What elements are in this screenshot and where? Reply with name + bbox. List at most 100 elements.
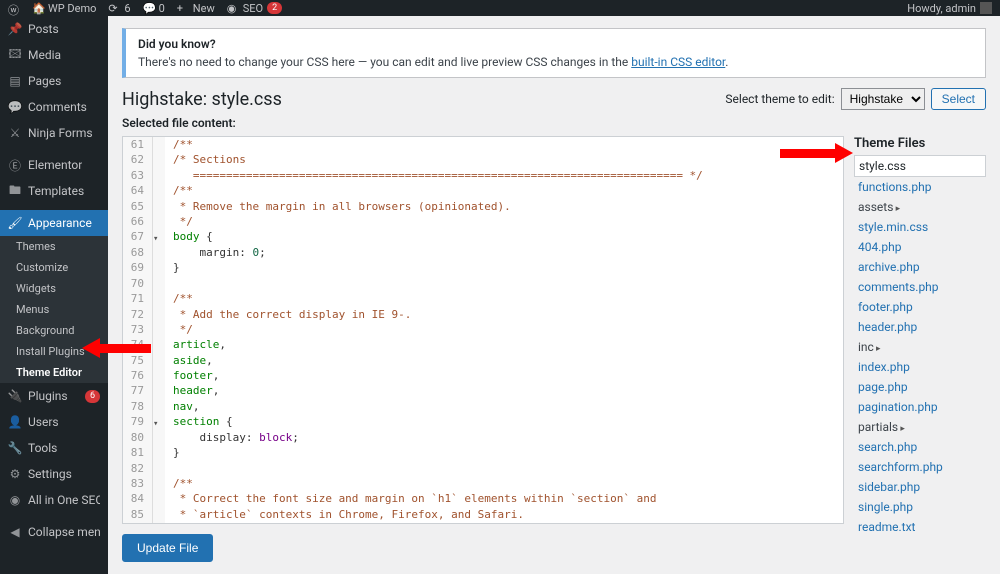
file-item-archive-php[interactable]: archive.php [854,257,986,277]
theme-files-heading: Theme Files [854,136,986,151]
code-line: 72 * Add the correct display in IE 9-. [123,307,843,322]
menu-badge: 6 [85,390,100,403]
code-line: 68 margin: 0; [123,245,843,260]
wp-logo[interactable]: ⓦ [8,2,20,14]
code-line: 79▾section { [123,414,843,430]
sidebar-label: Plugins [28,389,68,403]
home-icon: 🏠 [32,2,44,14]
file-item-inc[interactable]: inc [854,337,986,357]
file-item-functions-php[interactable]: functions.php [854,177,986,197]
code-line: 83/** [123,476,843,491]
file-item-header-php[interactable]: header.php [854,317,986,337]
seo-link[interactable]: ◉ SEO 2 [227,2,282,15]
file-item-assets[interactable]: assets [854,197,986,217]
new-link[interactable]: + New [177,2,215,15]
submenu-item-background[interactable]: Background [0,320,108,341]
file-item-footer-php[interactable]: footer.php [854,297,986,317]
file-label: Selected file content: [122,116,986,130]
avatar-icon [980,2,992,14]
code-line: 64/** [123,183,843,198]
file-item-readme-txt[interactable]: readme.txt [854,517,986,537]
settings-icon: ⚙ [8,467,22,481]
code-line: 70 [123,276,843,291]
code-editor[interactable]: 61/**62/* Sections63 ===================… [122,136,844,524]
updates-count: 6 [124,2,130,15]
code-line: 67▾body { [123,229,843,245]
code-line: 76footer, [123,368,843,383]
content-area: Did you know? There's no need to change … [108,16,1000,574]
refresh-icon: ⟳ [108,2,120,14]
code-line: 82 [123,461,843,476]
code-line: 84 * Correct the font size and margin on… [123,491,843,506]
tools-icon: 🔧 [8,441,22,455]
collapse-menu[interactable]: ◀ Collapse menu [0,519,108,545]
updates-link[interactable]: ⟳ 6 [108,2,130,15]
ninja-forms-icon: ⚔ [8,126,22,140]
sidebar-item-pages[interactable]: ▤Pages [0,68,108,94]
submenu-item-install-plugins[interactable]: Install Plugins [0,341,108,362]
file-item-search-php[interactable]: search.php [854,437,986,457]
code-line: 75aside, [123,353,843,368]
submenu-item-widgets[interactable]: Widgets [0,278,108,299]
fold-arrow-icon[interactable]: ▾ [153,234,158,244]
comment-icon: 💬 [143,2,155,14]
update-file-button[interactable]: Update File [122,534,213,562]
sidebar-item-all-in-one-seo[interactable]: ◉All in One SEO [0,487,108,513]
howdy-link[interactable]: Howdy, admin [907,2,992,15]
sidebar-label: All in One SEO [28,493,100,507]
collapse-label: Collapse menu [28,525,100,539]
sidebar-item-plugins[interactable]: 🔌Plugins6 [0,383,108,409]
select-button[interactable]: Select [931,88,986,110]
code-line: 61/** [123,137,843,152]
code-line: 73 */ [123,322,843,337]
sidebar-item-templates[interactable]: 🖿Templates [0,178,108,204]
file-item-page-php[interactable]: page.php [854,377,986,397]
css-editor-link[interactable]: built-in CSS editor [631,55,725,69]
sidebar-item-comments[interactable]: 💬 Comments [0,94,108,120]
sidebar-item-media[interactable]: 🖾Media [0,42,108,68]
submenu-item-customize[interactable]: Customize [0,257,108,278]
code-line: 77header, [123,383,843,398]
file-item-style-css[interactable]: style.css [854,155,986,177]
sidebar-item-appearance[interactable]: 🖌 Appearance [0,210,108,236]
media-icon: 🖾 [8,48,22,62]
sidebar-label: Templates [28,184,84,198]
file-item-pagination-php[interactable]: pagination.php [854,397,986,417]
sidebar-item-settings[interactable]: ⚙Settings [0,461,108,487]
comments-link[interactable]: 💬 0 [143,2,165,15]
code-line: 86 */ [123,522,843,524]
plus-icon: + [177,2,189,14]
comments-icon: 💬 [8,100,22,114]
file-item-searchform-php[interactable]: searchform.php [854,457,986,477]
admin-sidebar: 📌Posts🖾Media▤Pages💬Comments⚔Ninja Forms … [0,16,108,574]
file-item-404-php[interactable]: 404.php [854,237,986,257]
notice-body: There's no need to change your CSS here … [138,55,973,69]
code-line: 62/* Sections [123,152,843,167]
file-item-index-php[interactable]: index.php [854,357,986,377]
page-title: Highstake: style.css [122,89,282,110]
code-line: 71/** [123,291,843,306]
sidebar-label: Comments [28,100,87,114]
sidebar-item-tools[interactable]: 🔧 Tools [0,435,108,461]
submenu-item-theme-editor[interactable]: Theme Editor [0,362,108,383]
submenu-item-themes[interactable]: Themes [0,236,108,257]
code-line: 65 * Remove the margin in all browsers (… [123,199,843,214]
file-item-comments-php[interactable]: comments.php [854,277,986,297]
theme-select[interactable]: Highstake [841,88,925,110]
code-line: 80 display: block; [123,430,843,445]
sidebar-label: Tools [28,441,57,455]
site-link[interactable]: 🏠 WP Demo [32,2,96,15]
fold-arrow-icon[interactable]: ▾ [153,419,158,429]
comments-count: 0 [159,2,165,15]
file-item-partials[interactable]: partials [854,417,986,437]
file-item-style-min-css[interactable]: style.min.css [854,217,986,237]
sidebar-item-elementor[interactable]: ⒺElementor [0,152,108,178]
file-item-single-php[interactable]: single.php [854,497,986,517]
submenu-item-menus[interactable]: Menus [0,299,108,320]
collapse-icon: ◀ [8,525,22,539]
sidebar-item-users[interactable]: 👤Users [0,409,108,435]
file-item-sidebar-php[interactable]: sidebar.php [854,477,986,497]
sidebar-item-ninja-forms[interactable]: ⚔Ninja Forms [0,120,108,146]
sidebar-item-posts[interactable]: 📌Posts [0,16,108,42]
sidebar-label: Pages [28,74,61,88]
